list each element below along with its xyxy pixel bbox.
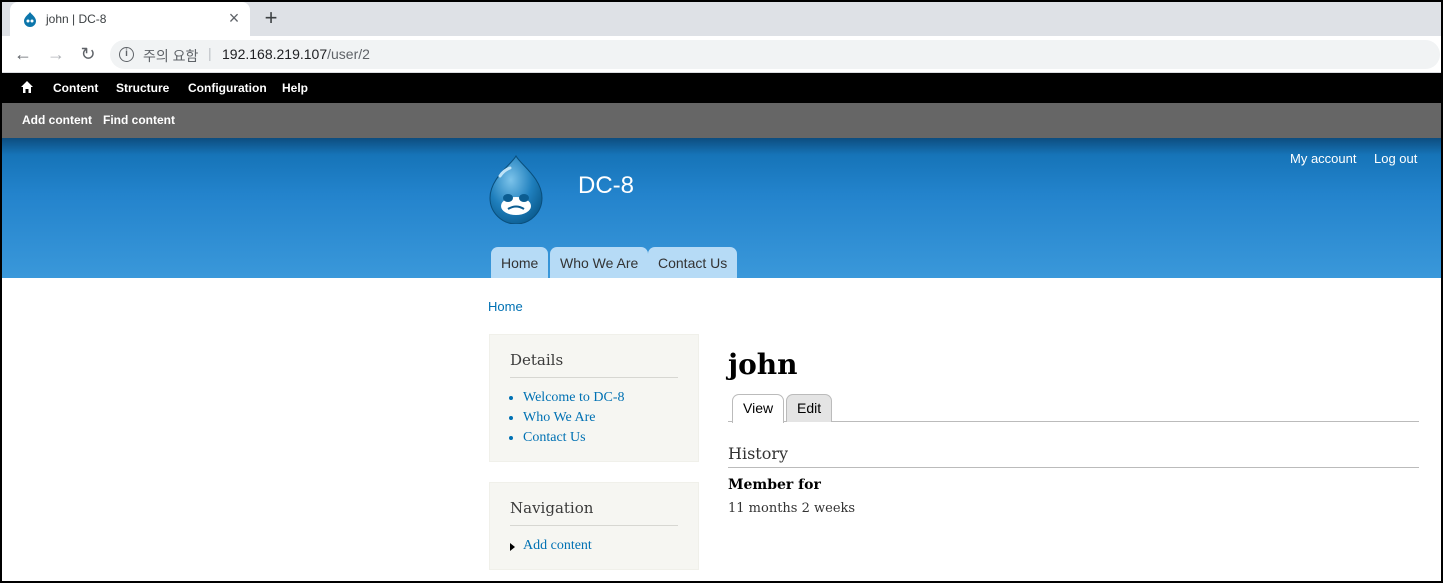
admin-menu-content[interactable]: Content bbox=[53, 81, 98, 95]
admin-menu-configuration[interactable]: Configuration bbox=[188, 81, 267, 95]
site-header: DC-8 My account Log out Home Who We Are … bbox=[0, 138, 1443, 278]
back-button[interactable]: ← bbox=[11, 42, 35, 66]
shortcuts-bar: Add content Find content bbox=[0, 103, 1443, 138]
browser-tabstrip: john | DC-8 × + bbox=[0, 0, 1443, 36]
shortcut-add-content[interactable]: Add content bbox=[22, 113, 92, 127]
breadcrumb-home[interactable]: Home bbox=[488, 299, 523, 314]
page-title: john bbox=[728, 348, 798, 381]
member-for-label: Member for bbox=[728, 477, 821, 493]
info-icon[interactable]: i bbox=[119, 47, 134, 62]
forward-button[interactable]: → bbox=[44, 42, 68, 66]
security-warning[interactable]: 주의 요함 bbox=[143, 46, 198, 66]
main-menu-contact-us[interactable]: Contact Us bbox=[648, 247, 738, 278]
details-block-title: Details bbox=[510, 351, 678, 378]
address-bar[interactable]: i 주의 요함 | 192.168.219.107/user/2 bbox=[110, 40, 1440, 69]
tab-close-icon[interactable]: × bbox=[224, 8, 244, 28]
navigation-link-list: Add content bbox=[510, 538, 678, 554]
tab-title: john | DC-8 bbox=[46, 12, 107, 26]
member-for-value: 11 months 2 weeks bbox=[728, 501, 856, 516]
url-host: 192.168.219.107 bbox=[222, 46, 328, 62]
tab-view[interactable]: View bbox=[732, 394, 785, 423]
browser-toolbar: ← → ↻ i 주의 요함 | 192.168.219.107/user/2 bbox=[0, 36, 1443, 73]
main-menu-home[interactable]: Home bbox=[491, 247, 549, 278]
navigation-link-add-content[interactable]: Add content bbox=[510, 538, 678, 554]
admin-menu-help[interactable]: Help bbox=[282, 81, 308, 95]
url-text[interactable]: 192.168.219.107/user/2 bbox=[222, 46, 370, 62]
url-path: /user/2 bbox=[327, 46, 370, 62]
history-section-title: History bbox=[728, 444, 1419, 468]
site-name[interactable]: DC-8 bbox=[578, 172, 634, 200]
reload-button[interactable]: ↻ bbox=[76, 42, 100, 66]
my-account-link[interactable]: My account bbox=[1290, 151, 1356, 166]
admin-menu-structure[interactable]: Structure bbox=[116, 81, 169, 95]
shortcut-find-content[interactable]: Find content bbox=[103, 113, 175, 127]
details-link-welcome[interactable]: Welcome to DC-8 bbox=[523, 390, 678, 406]
admin-toolbar: Content Structure Configuration Help bbox=[0, 73, 1443, 103]
navigation-block: Navigation Add content bbox=[489, 482, 699, 570]
details-link-who-we-are[interactable]: Who We Are bbox=[523, 410, 678, 426]
url-separator: | bbox=[208, 45, 212, 61]
drupal-favicon-icon bbox=[24, 12, 36, 27]
home-icon[interactable] bbox=[20, 80, 34, 94]
main-menu-who-we-are[interactable]: Who We Are bbox=[550, 247, 649, 278]
log-out-link[interactable]: Log out bbox=[1374, 151, 1417, 166]
details-block: Details Welcome to DC-8 Who We Are Conta… bbox=[489, 334, 699, 462]
new-tab-button[interactable]: + bbox=[260, 7, 282, 29]
tab-edit[interactable]: Edit bbox=[786, 394, 833, 422]
details-link-list: Welcome to DC-8 Who We Are Contact Us bbox=[510, 390, 678, 446]
navigation-block-title: Navigation bbox=[510, 499, 678, 526]
details-link-contact-us[interactable]: Contact Us bbox=[523, 430, 678, 446]
browser-tab[interactable]: john | DC-8 × bbox=[10, 2, 250, 36]
drupal-logo-icon[interactable] bbox=[486, 154, 546, 224]
